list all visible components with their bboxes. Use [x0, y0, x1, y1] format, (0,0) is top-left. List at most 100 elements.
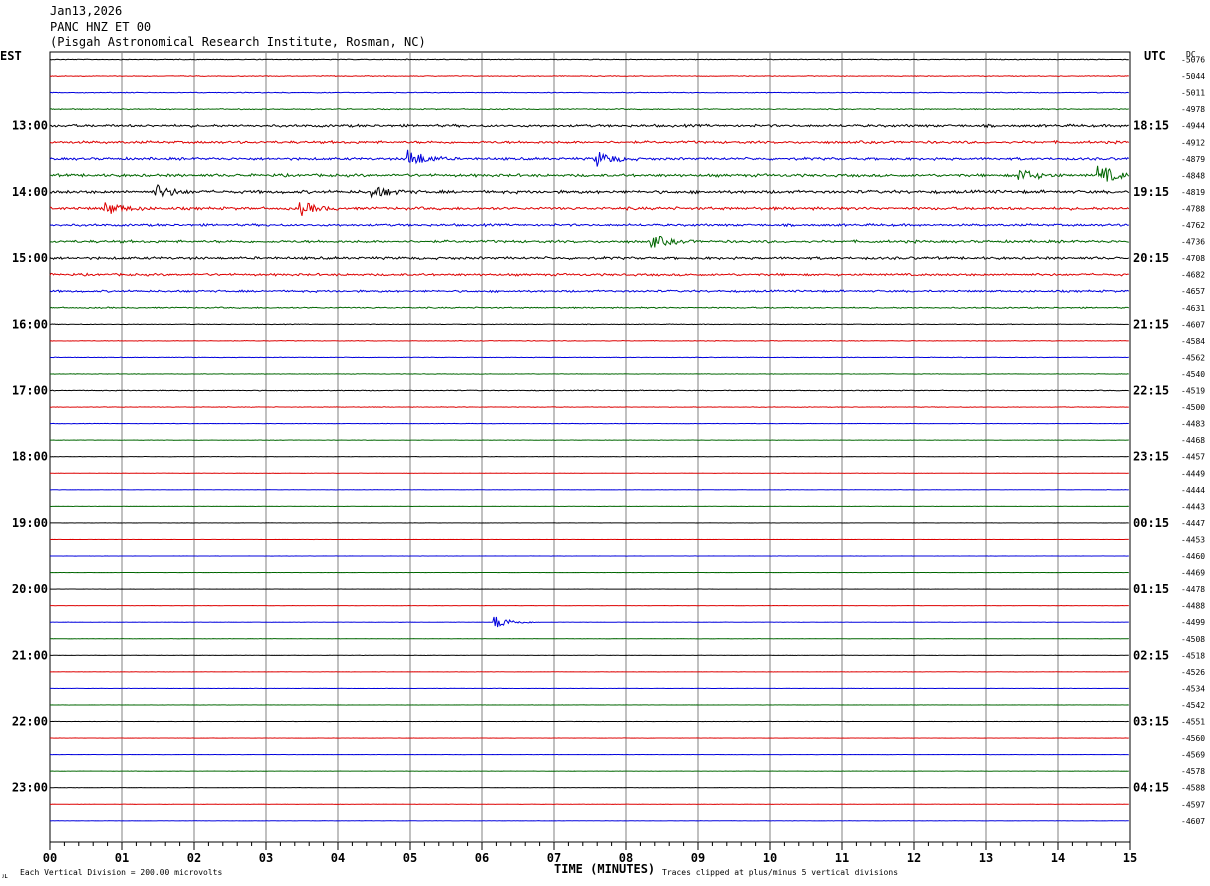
dc-offset-label: -4708 — [1181, 254, 1205, 263]
est-hour-label: 19:00 — [12, 516, 48, 530]
est-hour-label: 18:00 — [12, 450, 48, 464]
x-tick-label: 14 — [1051, 851, 1065, 865]
axis-labels: 00 01 02 03 04 05 06 07 08 09 10 11 12 13 14 1513:0014:… — [12, 56, 1205, 866]
dc-offset-label: -4788 — [1181, 204, 1205, 213]
dc-label: DC — [1186, 50, 1196, 59]
trace-row-3 — [49, 108, 1129, 111]
utc-hour-label: 00:15 — [1133, 516, 1169, 530]
dc-offset-label: -4584 — [1181, 337, 1205, 346]
est-zone-label: EST — [0, 49, 22, 63]
trace-row-8 — [49, 184, 1130, 199]
trace-row-11 — [49, 236, 1129, 249]
utc-hour-label: 20:15 — [1133, 251, 1169, 265]
est-hour-label: 22:00 — [12, 715, 48, 729]
x-tick-label: 13 — [979, 851, 993, 865]
utc-hour-label: 23:15 — [1133, 450, 1169, 464]
dc-offset-label: -4457 — [1181, 453, 1205, 462]
x-tick-label: 10 — [763, 851, 777, 865]
dc-offset-label: -4468 — [1181, 436, 1205, 445]
dc-offset-label: -4607 — [1181, 320, 1205, 329]
utc-hour-label: 03:15 — [1133, 715, 1169, 729]
trace-row-0 — [49, 58, 1129, 61]
trace-row-18 — [49, 356, 1129, 359]
dc-offset-label: -4447 — [1181, 519, 1205, 528]
trace-row-14 — [49, 289, 1130, 294]
dc-offset-label: -4912 — [1181, 138, 1205, 147]
x-tick-label: 09 — [691, 851, 705, 865]
trace-row-10 — [49, 222, 1129, 228]
trace-row-15 — [49, 306, 1129, 310]
dc-offset-label: -4519 — [1181, 387, 1205, 396]
dc-offset-label: -4488 — [1181, 602, 1205, 611]
x-tick-label: 03 — [259, 851, 273, 865]
dc-offset-label: -4597 — [1181, 800, 1205, 809]
est-hour-label: 14:00 — [12, 185, 48, 199]
plot-frame — [49, 51, 1131, 843]
trace-row-6 — [49, 149, 1130, 167]
dc-offset-label: -4518 — [1181, 651, 1205, 660]
dc-offset-label: -4551 — [1181, 718, 1205, 727]
x-tick-label: 12 — [907, 851, 921, 865]
utc-hour-label: 02:15 — [1133, 648, 1169, 662]
dc-offset-label: -5044 — [1181, 72, 1205, 81]
utc-hour-label: 21:15 — [1133, 317, 1169, 331]
trace-row-16 — [49, 323, 1129, 326]
corner-mark: ᴊʟ — [2, 872, 8, 880]
dc-offset-label: -4736 — [1181, 238, 1205, 247]
time-gridlines — [121, 52, 1059, 842]
trace-row-13 — [49, 272, 1129, 277]
scale-note: Each Vertical Division = 200.00 microvol… — [20, 868, 222, 877]
trace-row-1 — [49, 75, 1129, 78]
dc-offset-label: -4483 — [1181, 420, 1205, 429]
dc-offset-label: -5011 — [1181, 89, 1205, 98]
x-axis-ticks — [49, 842, 1131, 850]
trace-row-7 — [49, 165, 1130, 182]
dc-offset-label: -4453 — [1181, 535, 1205, 544]
dc-offset-label: -4879 — [1181, 155, 1205, 164]
dc-offset-label: -4500 — [1181, 403, 1205, 412]
dc-offset-label: -4588 — [1181, 784, 1205, 793]
utc-zone-label: UTC — [1144, 49, 1166, 63]
utc-hour-label: 22:15 — [1133, 384, 1169, 398]
dc-offset-label: -4478 — [1181, 585, 1205, 594]
utc-hour-label: 04:15 — [1133, 781, 1169, 795]
dc-offset-label: -4607 — [1181, 817, 1205, 826]
trace-row-34 — [49, 616, 1129, 628]
trace-row-4 — [49, 123, 1129, 129]
clip-note: Traces clipped at plus/minus 5 vertical … — [662, 868, 898, 877]
utc-hour-label: 18:15 — [1133, 119, 1169, 133]
dc-offset-label: -4631 — [1181, 304, 1205, 313]
dc-offset-label: -4562 — [1181, 353, 1205, 362]
x-tick-label: 02 — [187, 851, 201, 865]
dc-offset-label: -4944 — [1181, 122, 1205, 131]
trace-row-19 — [49, 373, 1129, 375]
dc-offset-label: -4526 — [1181, 668, 1205, 677]
x-tick-label: 11 — [835, 851, 849, 865]
est-hour-label: 21:00 — [12, 648, 48, 662]
x-axis-title: TIME (MINUTES) — [554, 862, 655, 876]
trace-row-12 — [49, 255, 1130, 261]
x-tick-label: 00 — [43, 851, 57, 865]
dc-offset-label: -4449 — [1181, 469, 1205, 478]
est-hour-label: 13:00 — [12, 119, 48, 133]
x-tick-label: 06 — [475, 851, 489, 865]
trace-row-20 — [49, 389, 1129, 392]
x-tick-label: 15 — [1123, 851, 1137, 865]
dc-offset-label: -4657 — [1181, 287, 1205, 296]
dc-offset-label: -4499 — [1181, 618, 1205, 627]
x-tick-label: 04 — [331, 851, 345, 865]
dc-offset-label: -4542 — [1181, 701, 1205, 710]
dc-offset-label: -4762 — [1181, 221, 1205, 230]
est-hour-label: 23:00 — [12, 781, 48, 795]
utc-hour-label: 19:15 — [1133, 185, 1169, 199]
dc-offset-label: -4978 — [1181, 105, 1205, 114]
dc-offset-label: -4444 — [1181, 486, 1205, 495]
x-tick-label: 01 — [115, 851, 129, 865]
helicorder-plot: 00 01 02 03 04 05 06 07 08 09 10 11 12 13 14 1513:0014:… — [0, 49, 1205, 880]
dc-offset-label: -4848 — [1181, 171, 1205, 180]
dc-offset-label: -4578 — [1181, 767, 1205, 776]
trace-row-2 — [49, 91, 1129, 94]
trace-row-17 — [49, 339, 1129, 342]
dc-offset-label: -4508 — [1181, 635, 1205, 644]
dc-offset-label: -4540 — [1181, 370, 1205, 379]
